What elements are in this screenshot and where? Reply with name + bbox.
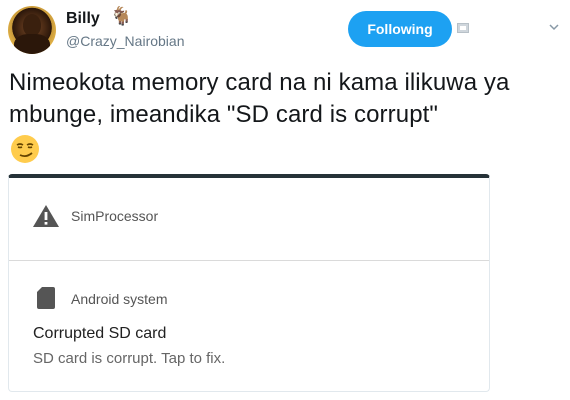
notification-app-name: SimProcessor	[71, 208, 159, 224]
chevron-stroke	[549, 24, 559, 31]
notification-screenshot: SimProcessor Android system Corrupted SD…	[8, 174, 490, 392]
sd-card-icon	[37, 287, 55, 309]
author-handle[interactable]: @Crazy_Nairobian	[66, 33, 184, 49]
author-avatar[interactable]	[8, 6, 56, 54]
avatar-head	[23, 14, 41, 36]
notification-simprocessor[interactable]: SimProcessor	[9, 178, 489, 261]
notification-text[interactable]: SD card is corrupt. Tap to fix.	[33, 350, 225, 367]
avatar-body	[14, 34, 50, 54]
notification-app-name-android: Android system	[71, 291, 168, 307]
goat-emoji-icon: 🐐	[110, 6, 133, 26]
smirking-face-icon	[11, 135, 39, 163]
tweet-text: Nimeokota memory card na ni kama ilikuwa…	[9, 69, 510, 128]
author-name[interactable]: Billy	[66, 10, 100, 28]
report-flag-icon[interactable]	[457, 23, 469, 33]
notification-title[interactable]: Corrupted SD card	[33, 325, 166, 343]
warning-icon	[33, 205, 59, 227]
following-button[interactable]: Following	[348, 11, 452, 47]
chevron-down-icon[interactable]	[549, 22, 559, 32]
